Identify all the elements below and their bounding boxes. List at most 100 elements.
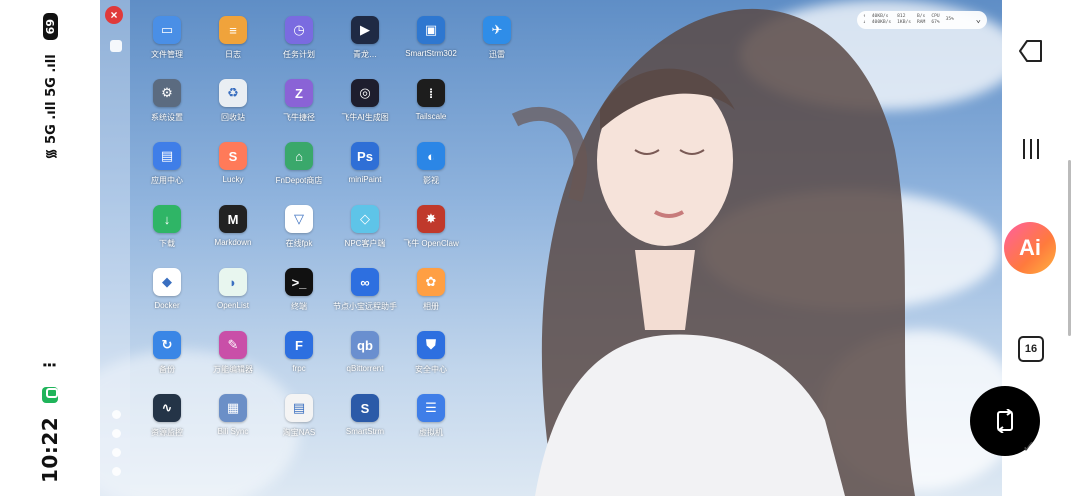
scrollbar[interactable] bbox=[1068, 160, 1071, 336]
smartstrm302-icon: ▣ bbox=[417, 16, 445, 44]
app-tile[interactable]: ▽ 在线fpk bbox=[266, 201, 332, 264]
app-label: NPC客户端 bbox=[344, 239, 386, 248]
editor-icon: ✎ bbox=[219, 331, 247, 359]
app-tile[interactable]: >_ 终端 bbox=[266, 264, 332, 327]
system-monitor-widget[interactable]: ↑ ↓ 40KB/s 400KB/s 812 1KB/s B/s RAM CPU… bbox=[857, 11, 987, 29]
app-label: miniPaint bbox=[348, 175, 382, 184]
app-label: Lucky bbox=[222, 175, 244, 184]
app-tile[interactable]: M Markdown bbox=[200, 201, 266, 264]
user-icon[interactable] bbox=[112, 448, 121, 457]
app-tile[interactable]: ↻ 备份 bbox=[134, 327, 200, 390]
app-tile[interactable]: ◆ Docker bbox=[134, 264, 200, 327]
app-tile[interactable]: ▣ SmartStrm302 bbox=[398, 12, 464, 75]
app-tile[interactable]: Ps miniPaint bbox=[332, 138, 398, 201]
app-tile[interactable]: ⌂ FnDepot商店 bbox=[266, 138, 332, 201]
app-label: 青龙… bbox=[353, 50, 377, 59]
gallery-icon[interactable] bbox=[110, 40, 122, 52]
app-tile[interactable]: ⚙ 系统设置 bbox=[134, 75, 200, 138]
app-tile[interactable]: ✿ 相册 bbox=[398, 264, 464, 327]
app-label: Tailscale bbox=[415, 112, 447, 121]
settings-icon: ⚙ bbox=[153, 79, 181, 107]
npc-client-icon: ◇ bbox=[351, 205, 379, 233]
app-tile[interactable]: ⁞ Tailscale bbox=[398, 75, 464, 138]
thunder-bird-icon: ✈ bbox=[483, 16, 511, 44]
app-tile[interactable]: ◎ 飞牛AI生成图 bbox=[332, 75, 398, 138]
close-button[interactable]: × bbox=[105, 6, 123, 24]
app-label: 迅雷 bbox=[489, 50, 505, 59]
shortcut-icon: Z bbox=[285, 79, 313, 107]
ai-assistant-button[interactable]: Ai bbox=[1004, 222, 1056, 274]
check-icon[interactable]: ✓ bbox=[1022, 437, 1035, 457]
app-label: 回收站 bbox=[221, 113, 245, 122]
app-tile[interactable]: ⛊ 安全中心 bbox=[398, 327, 464, 390]
app-tile[interactable]: ☰ 虚拟机 bbox=[398, 390, 464, 453]
app-label: 影视 bbox=[423, 176, 439, 185]
app-tile[interactable]: ◐ 影视 bbox=[398, 138, 464, 201]
app-tile[interactable]: ✈ 迅雷 bbox=[464, 12, 530, 75]
app-label: 安全中心 bbox=[415, 365, 447, 374]
app-tile[interactable]: Ffrpc bbox=[266, 327, 332, 390]
ram-value: 67% bbox=[931, 20, 940, 25]
qbittorrent-icon: qb bbox=[351, 331, 379, 359]
recent-apps-icon[interactable] bbox=[1020, 138, 1042, 160]
download-label: ↓ bbox=[863, 20, 866, 25]
app-tile[interactable]: ▭ 文件管理 bbox=[134, 12, 200, 75]
empty-slot bbox=[464, 264, 530, 327]
smartstrm-icon: S bbox=[351, 394, 379, 422]
taobao-nas-icon: ▤ bbox=[285, 394, 313, 422]
rotate-icon bbox=[997, 409, 1013, 433]
app-label: FnDepot商店 bbox=[275, 176, 323, 185]
app-tile[interactable]: ◗ OpenList bbox=[200, 264, 266, 327]
vm-icon: ☰ bbox=[417, 394, 445, 422]
play-icon: ▶ bbox=[351, 16, 379, 44]
app-label: 备份 bbox=[159, 365, 175, 374]
app-tile[interactable]: ✎ 万能编辑器 bbox=[200, 327, 266, 390]
app-tile[interactable]: ∿ 资源监控 bbox=[134, 390, 200, 453]
app-label: 节点小宝远程助手 bbox=[333, 302, 397, 311]
minipaint-icon: Ps bbox=[351, 142, 379, 170]
app-tile[interactable]: ▤ 淘宝NAS bbox=[266, 390, 332, 453]
phone-status-bar: 10:22 ⋮ ᯾ 5G .ıll 5G .ıll 69 bbox=[0, 0, 100, 496]
lucky-icon: S bbox=[219, 142, 247, 170]
wechat-notification-icon bbox=[42, 386, 58, 403]
markdown-icon: M bbox=[219, 205, 247, 233]
app-label: 日志 bbox=[225, 50, 241, 59]
app-tile[interactable]: ▶ 青龙… bbox=[332, 12, 398, 75]
settings-small-icon[interactable] bbox=[112, 410, 121, 419]
nas-desktop: × ▭ 文件管理 ≡ 日志 ◷ 任务计划 ▶ 青龙… ▣ SmartStrm302 ✈ 迅雷 ⚙ 系统设置… bbox=[100, 0, 1002, 496]
app-tile[interactable]: ✸ 飞牛 OpenClaw bbox=[398, 201, 464, 264]
bili-sync-icon: ▦ bbox=[219, 394, 247, 422]
bell-icon[interactable] bbox=[112, 429, 121, 438]
app-tile[interactable]: ◷ 任务计划 bbox=[266, 12, 332, 75]
security-center-icon: ⛊ bbox=[417, 331, 445, 359]
app-tile[interactable]: qb qBittorrent bbox=[332, 327, 398, 390]
app-tile[interactable]: ▤ 应用中心 bbox=[134, 138, 200, 201]
app-label: 终端 bbox=[291, 302, 307, 311]
app-tile[interactable]: ≡ 日志 bbox=[200, 12, 266, 75]
gear-icon[interactable] bbox=[112, 467, 121, 476]
cpu-value: 35% bbox=[945, 17, 954, 22]
app-tile[interactable]: ▦ Bili Sync bbox=[200, 390, 266, 453]
app-tile[interactable]: ↓ 下载 bbox=[134, 201, 200, 264]
ram-label: RAM bbox=[917, 20, 926, 25]
log-icon: ≡ bbox=[219, 16, 247, 44]
app-label: SmartStrm302 bbox=[405, 49, 457, 58]
chevron-down-icon[interactable]: ⌄ bbox=[976, 15, 981, 25]
app-tile[interactable]: ∞ 节点小宝远程助手 bbox=[332, 264, 398, 327]
app-label: 系统设置 bbox=[151, 113, 183, 122]
app-tile[interactable]: S Lucky bbox=[200, 138, 266, 201]
ai-image-icon: ◎ bbox=[351, 79, 379, 107]
back-icon[interactable] bbox=[1018, 38, 1044, 64]
remote-assistant-icon: ∞ bbox=[351, 268, 379, 296]
app-tile[interactable]: ◇ NPC客户端 bbox=[332, 201, 398, 264]
terminal-icon: >_ bbox=[285, 268, 313, 296]
app-tile[interactable]: Z 飞牛捷径 bbox=[266, 75, 332, 138]
app-label: 淘宝NAS bbox=[282, 428, 316, 437]
more-icon: ⋮ bbox=[40, 356, 59, 373]
calendar-icon[interactable]: 16 bbox=[1018, 336, 1044, 362]
app-tile[interactable]: S SmartStrm bbox=[332, 390, 398, 453]
app-label: frpc bbox=[292, 364, 306, 373]
app-tile[interactable]: ♻ 回收站 bbox=[200, 75, 266, 138]
app-label: OpenList bbox=[216, 301, 250, 310]
openlist-icon: ◗ bbox=[219, 268, 247, 296]
